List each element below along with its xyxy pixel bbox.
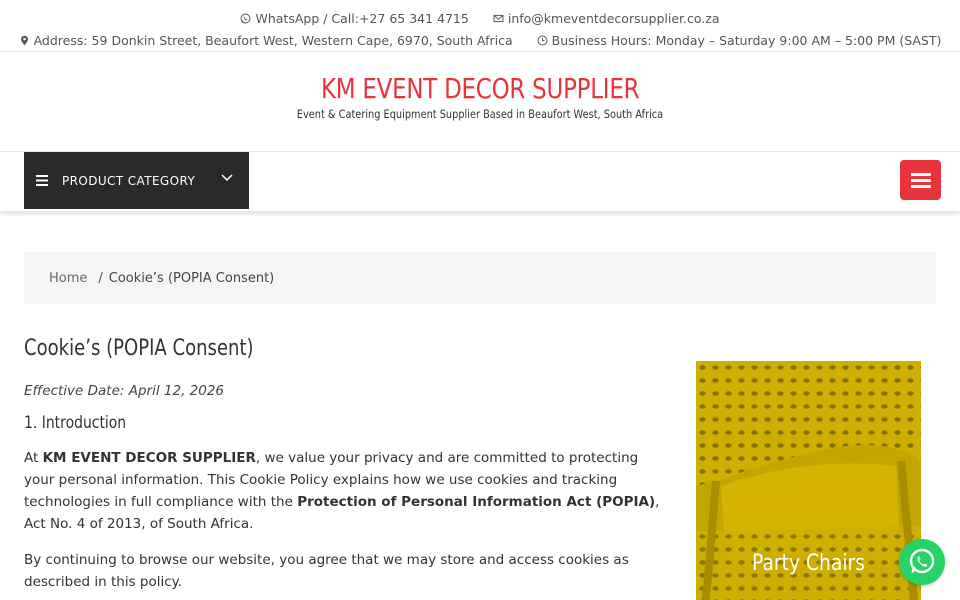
whatsapp-contact[interactable]: WhatsApp / Call:+27 65 341 4715 bbox=[240, 10, 469, 26]
popia-act-name: Protection of Personal Information Act (… bbox=[297, 494, 656, 510]
clock-icon bbox=[537, 35, 548, 45]
hamburger-icon-bar bbox=[910, 172, 931, 176]
menu-toggle-button[interactable] bbox=[900, 160, 941, 200]
whatsapp-float-button[interactable] bbox=[899, 539, 945, 585]
site-tagline: Event & Catering Equipment Supplier Base… bbox=[296, 107, 664, 121]
hours-info: Business Hours: Monday – Saturday 9:00 A… bbox=[537, 32, 942, 48]
email-contact[interactable]: info@kmeventdecorsupplier.co.za bbox=[493, 11, 720, 26]
effective-date: Effective Date: April 12, 2026 bbox=[24, 383, 225, 399]
intro-paragraph: At KM EVENT DECOR SUPPLIER, we value you… bbox=[24, 450, 660, 532]
promo-caption: Party Chairs bbox=[752, 551, 865, 576]
section-heading-introduction: 1. Introduction bbox=[24, 413, 127, 433]
bars-icon bbox=[36, 175, 48, 186]
whatsapp-icon bbox=[241, 13, 251, 23]
hamburger-icon-bar bbox=[910, 178, 931, 182]
product-category-button[interactable]: PRODUCT CATEGORY bbox=[24, 152, 249, 209]
hamburger-icon-bar bbox=[910, 184, 931, 188]
address-text: Address: 59 Donkin Street, Beaufort West… bbox=[33, 32, 513, 48]
breadcrumb-separator: / bbox=[98, 270, 103, 286]
map-marker-icon bbox=[20, 35, 28, 45]
company-name: KM EVENT DECOR SUPPLIER bbox=[42, 450, 256, 466]
breadcrumb-home-link[interactable]: Home bbox=[49, 271, 87, 286]
main-content: Cookie’s (POPIA Consent) Effective Date:… bbox=[24, 330, 664, 593]
whatsapp-icon bbox=[909, 548, 935, 574]
hours-text: Business Hours: Monday – Saturday 9:00 A… bbox=[551, 32, 942, 48]
page-title: Cookie’s (POPIA Consent) bbox=[24, 336, 254, 361]
top-info-bar: WhatsApp / Call:+27 65 341 4715 info@kme… bbox=[0, 0, 960, 52]
breadcrumb: Home / Cookie’s (POPIA Consent) bbox=[24, 252, 936, 304]
party-chairs-promo[interactable]: Party Chairs bbox=[696, 361, 921, 600]
breadcrumb-current: Cookie’s (POPIA Consent) bbox=[108, 270, 275, 286]
envelope-icon bbox=[493, 14, 504, 22]
address-info: Address: 59 Donkin Street, Beaufort West… bbox=[19, 33, 513, 48]
consent-paragraph: By continuing to browse our website, you… bbox=[24, 552, 629, 590]
whatsapp-text: WhatsApp / Call:+27 65 341 4715 bbox=[255, 10, 469, 26]
site-title[interactable]: KM EVENT DECOR SUPPLIER bbox=[321, 72, 640, 105]
email-text: info@kmeventdecorsupplier.co.za bbox=[507, 10, 720, 26]
chevron-down-icon bbox=[221, 174, 233, 182]
site-header: KM EVENT DECOR SUPPLIER Event & Catering… bbox=[0, 52, 960, 152]
main-navbar: PRODUCT CATEGORY bbox=[0, 152, 960, 211]
product-category-label: PRODUCT CATEGORY bbox=[62, 173, 196, 188]
